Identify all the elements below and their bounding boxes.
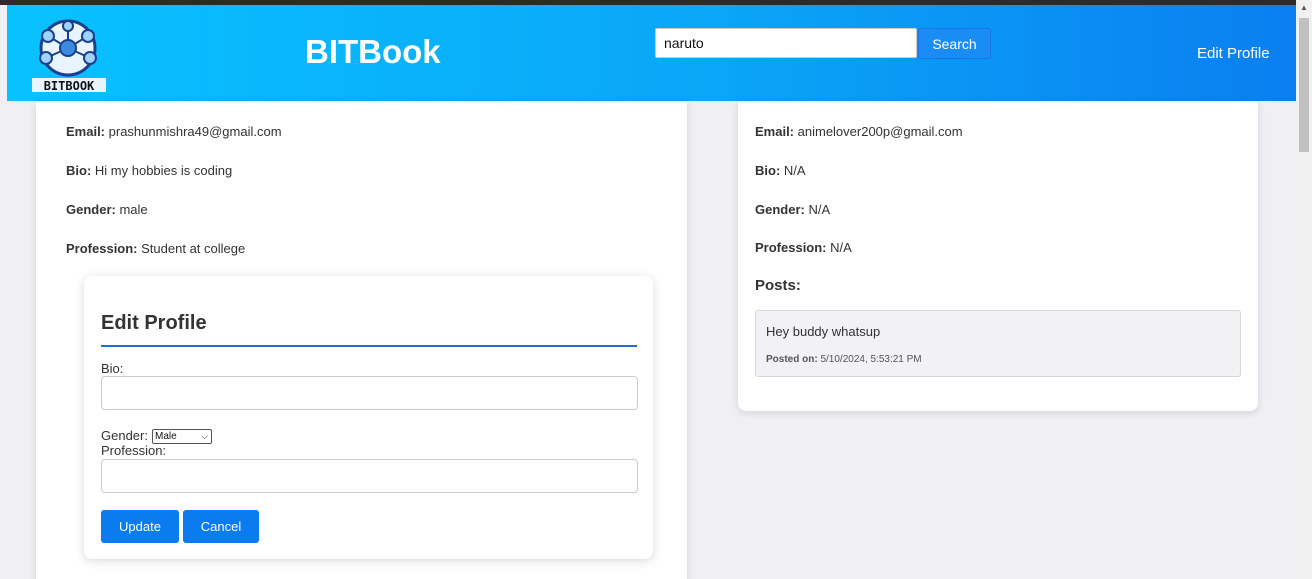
search-button[interactable]: Search — [918, 28, 991, 59]
post-text: Hey buddy whatsup — [766, 324, 881, 339]
gender-select[interactable]: Male ⌵ — [152, 429, 212, 444]
chevron-down-icon: ⌵ — [201, 431, 208, 441]
my-profession-field: Profession: Student at college — [66, 241, 246, 256]
profession-label: Profession: — [101, 443, 167, 458]
cancel-button[interactable]: Cancel — [183, 510, 259, 543]
profession-input[interactable] — [101, 459, 638, 493]
my-bio-field: Bio: Hi my hobbies is coding — [66, 163, 233, 178]
my-gender-field: Gender: male — [66, 202, 148, 217]
edit-profile-link[interactable]: Edit Profile — [1197, 45, 1270, 62]
my-email-field: Email: prashunmishra49@gmail.com — [66, 124, 282, 139]
bio-input[interactable] — [101, 376, 638, 410]
profile-bio-field: Bio: N/A — [755, 163, 806, 178]
svg-text:BITBOOK: BITBOOK — [44, 79, 95, 93]
scroll-up-arrow-icon[interactable]: ▲ — [1300, 3, 1308, 12]
profile-profession-field: Profession: N/A — [755, 240, 852, 255]
edit-profile-form: Edit Profile Bio: Gender: Male ⌵ Professi… — [84, 276, 653, 559]
bitbook-logo[interactable]: BITBOOK — [30, 16, 110, 96]
profile-gender-field: Gender: N/A — [755, 202, 831, 217]
page-scrollbar[interactable]: ▲ — [1296, 0, 1312, 579]
scrollbar-thumb[interactable] — [1299, 18, 1309, 152]
edit-profile-title: Edit Profile — [101, 312, 637, 347]
post-timestamp: Posted on: 5/10/2024, 5:53:21 PM — [766, 354, 922, 365]
page: BITBOOK BITBook Search Edit Profile Emai… — [0, 0, 1312, 579]
update-button[interactable]: Update — [101, 510, 179, 543]
search-input[interactable] — [655, 28, 917, 58]
posts-heading: Posts: — [755, 277, 801, 294]
bio-label: Bio: — [101, 361, 124, 376]
post-item: Hey buddy whatsup Posted on: 5/10/2024, … — [755, 310, 1241, 377]
profile-email-field: Email: animelover200p@gmail.com — [755, 124, 963, 139]
gender-label: Gender: — [101, 428, 148, 443]
brand-title: BITBook — [305, 33, 441, 70]
header-bar: BITBOOK BITBook Search Edit Profile — [7, 5, 1296, 101]
